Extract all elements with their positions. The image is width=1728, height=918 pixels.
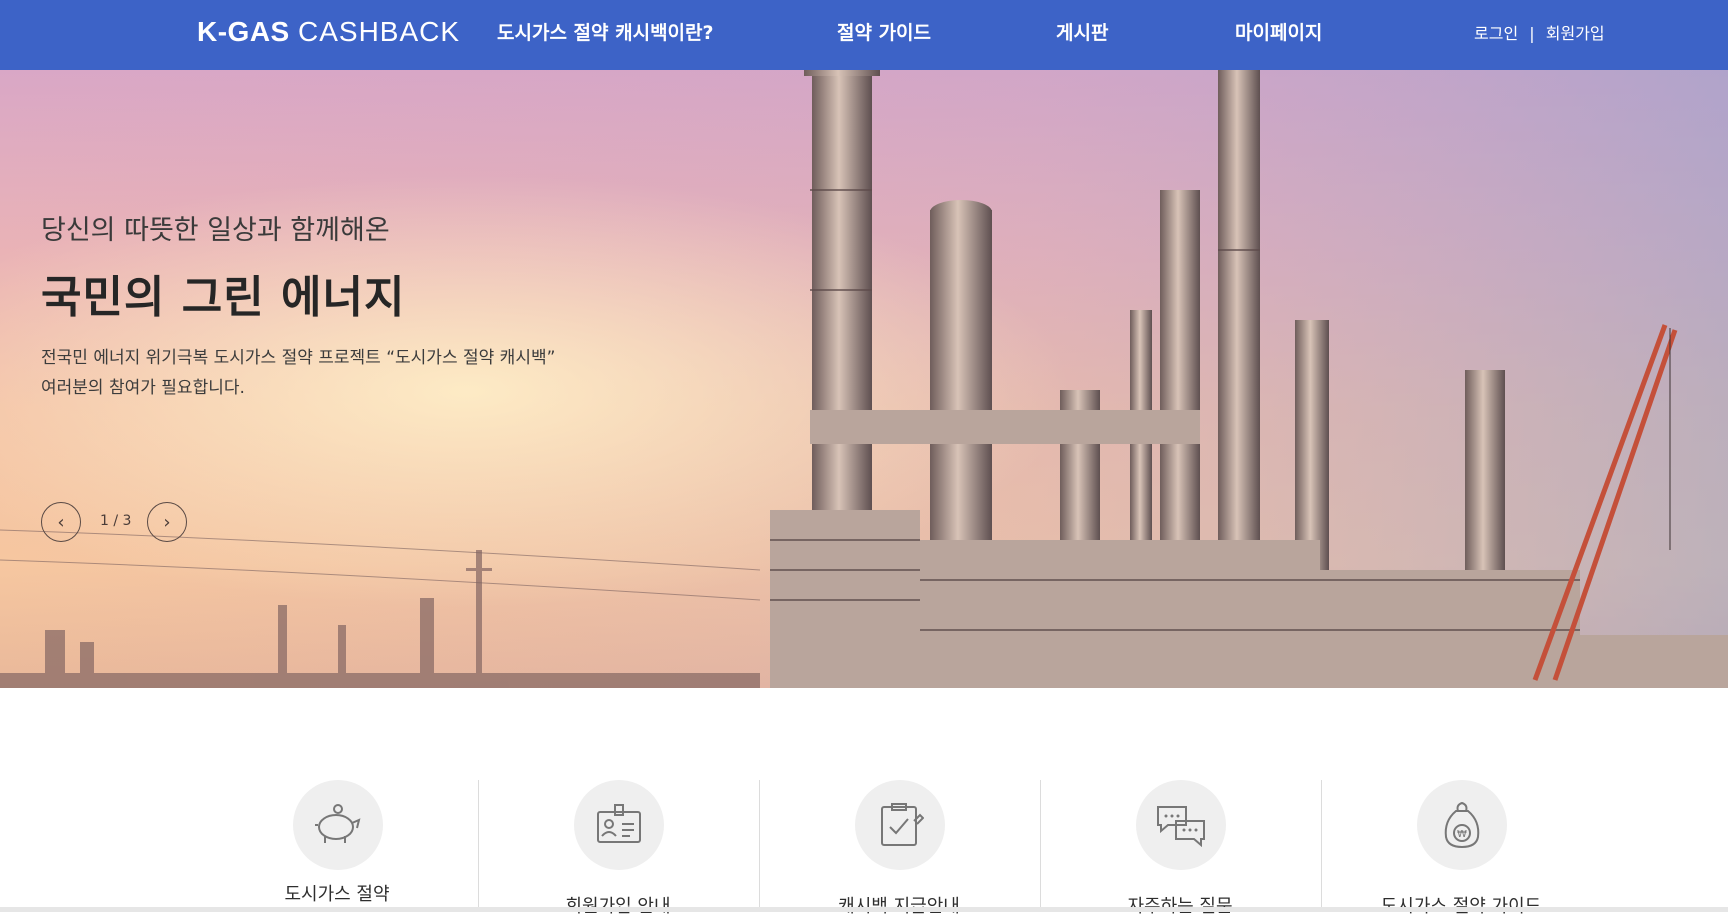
quick-item-circle[interactable]: [293, 780, 383, 870]
quick-item-label: 회원가입 안내: [478, 892, 758, 918]
slider-prev-button[interactable]: ‹: [41, 502, 81, 542]
piggy-bank-icon: [315, 804, 361, 843]
chevron-left-icon: ‹: [57, 511, 65, 533]
login-link[interactable]: 로그인: [1474, 24, 1518, 43]
chevron-right-icon: ›: [163, 511, 171, 533]
hero-banner: 당신의 따뜻한 일상과 함께해온 국민의 그린 에너지 전국민 에너지 위기극복…: [0, 70, 1728, 688]
quick-item-circle[interactable]: ₩: [1417, 780, 1507, 870]
clipboard-check-icon: [881, 803, 924, 846]
quick-item-circle[interactable]: [855, 780, 945, 870]
quick-item-saving-guide[interactable]: ₩ 도시가스 절약 가이드: [1321, 780, 1601, 917]
quick-menu: 도시가스 절약 회원가입 안내: [197, 780, 1597, 917]
nav-about-cashback[interactable]: 도시가스 절약 캐시백이란?: [497, 18, 714, 45]
quick-item-label: 도시가스 절약: [284, 884, 390, 905]
slider-pager: 1 / 3: [100, 513, 132, 529]
page-scroll-edge: [0, 907, 1728, 912]
quick-item-circle[interactable]: [1136, 780, 1226, 870]
quick-item-label: 자주하는 질문: [1040, 892, 1320, 918]
logo-light-text: CASHBACK: [298, 16, 461, 47]
hero-subtitle: 당신의 따뜻한 일상과 함께해온: [41, 215, 390, 246]
quick-item-gas-saving[interactable]: 도시가스 절약: [197, 780, 477, 912]
auth-separator: |: [1529, 24, 1535, 43]
top-header: K-GAS CASHBACK 도시가스 절약 캐시백이란? 절약 가이드 게시판…: [0, 0, 1728, 70]
site-logo[interactable]: K-GAS CASHBACK: [197, 16, 460, 48]
quick-item-label: 도시가스 절약 가이드: [1321, 892, 1601, 918]
logo-bold-text: K-GAS: [197, 16, 290, 47]
quick-item-signup-guide[interactable]: 회원가입 안내: [478, 780, 758, 917]
money-bag-icon: ₩: [1444, 801, 1480, 849]
nav-mypage[interactable]: 마이페이지: [1235, 18, 1322, 45]
quick-item-cashback-guide[interactable]: 캐시백 지급안내: [759, 780, 1039, 917]
quick-item-label: 캐시백 지급안내: [759, 892, 1039, 918]
auth-links: 로그인 | 회원가입: [1474, 20, 1605, 44]
chat-bubbles-icon: [1157, 806, 1205, 847]
quick-item-circle[interactable]: [574, 780, 664, 870]
nav-board[interactable]: 게시판: [1056, 18, 1108, 45]
nav-saving-guide[interactable]: 절약 가이드: [837, 18, 931, 45]
quick-item-faq[interactable]: 자주하는 질문: [1040, 780, 1320, 917]
hero-desc-line2: 여러분의 참여가 필요합니다.: [41, 378, 245, 398]
slider-next-button[interactable]: ›: [147, 502, 187, 542]
hero-title: 국민의 그린 에너지: [41, 272, 406, 323]
id-card-icon: [597, 804, 641, 843]
hero-desc-line1: 전국민 에너지 위기극복 도시가스 절약 프로젝트 “도시가스 절약 캐시백”: [41, 348, 556, 368]
signup-link[interactable]: 회원가입: [1546, 24, 1605, 43]
hero-description: 전국민 에너지 위기극복 도시가스 절약 프로젝트 “도시가스 절약 캐시백” …: [41, 343, 555, 403]
svg-text:₩: ₩: [1457, 829, 1467, 840]
